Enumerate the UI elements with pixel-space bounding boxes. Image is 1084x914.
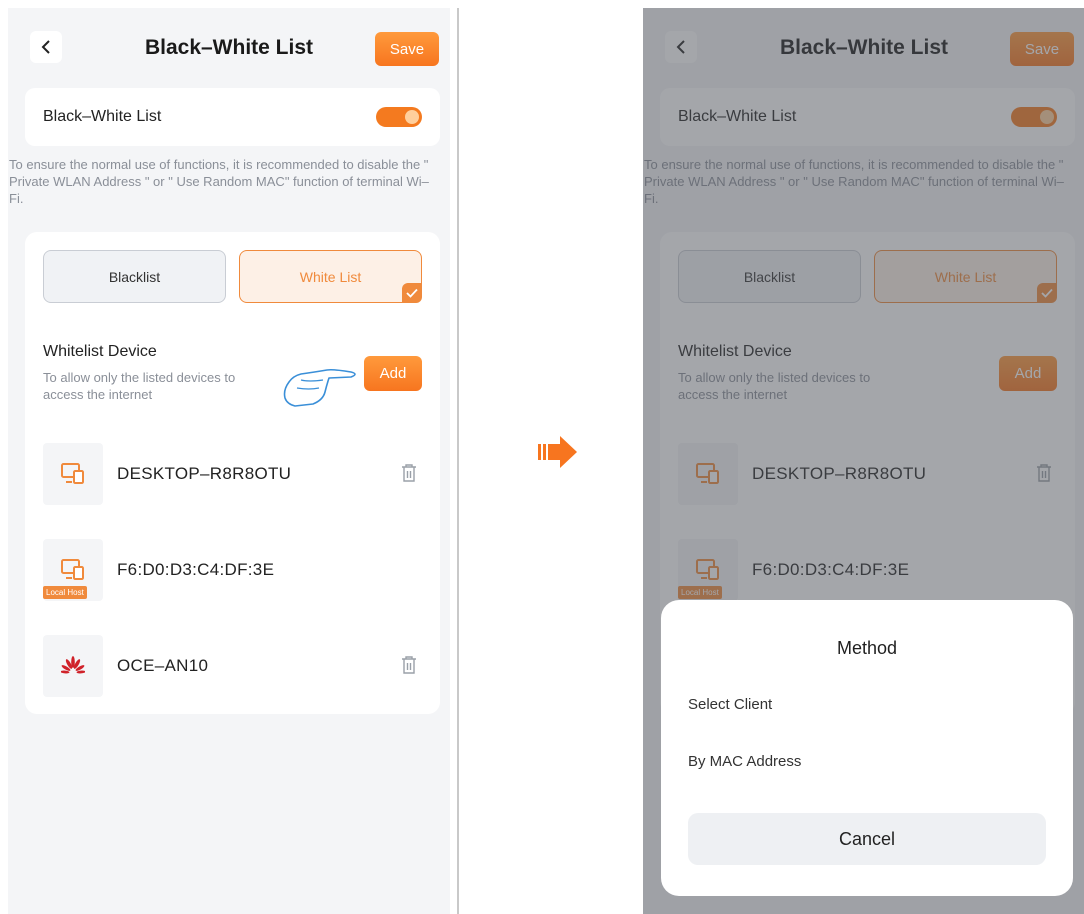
pointing-hand-icon [283, 368, 356, 407]
device-row: Local Host F6:D0:D3:C4:DF:3E [43, 539, 422, 601]
add-button[interactable]: Add [364, 356, 422, 391]
save-button[interactable]: Save [375, 32, 439, 66]
computer-icon [61, 463, 84, 484]
sheet-title: Method [836, 638, 898, 658]
device-icon-box: Local Host [43, 539, 103, 601]
cancel-button[interactable]: Cancel [688, 813, 1046, 865]
black-white-list-toggle-row: Black–White List [25, 88, 440, 146]
black-white-list-toggle[interactable] [376, 107, 422, 127]
device-icon-box [43, 443, 103, 505]
huawei-logo-icon [61, 656, 85, 674]
step-arrow-icon [538, 436, 577, 468]
device-name: F6:D0:D3:C4:DF:3E [117, 560, 275, 579]
tip-text: To ensure the normal use of functions, i… [9, 157, 429, 206]
device-row: DESKTOP–R8R8OTU [43, 443, 422, 505]
device-name: OCE–AN10 [117, 656, 209, 675]
selected-check-icon [402, 283, 422, 303]
tab-blacklist[interactable]: Blacklist [43, 250, 226, 303]
screen-divider [457, 8, 459, 914]
device-name: DESKTOP–R8R8OTU [117, 464, 292, 483]
option-select-client[interactable]: Select Client [688, 696, 772, 713]
nav-bar: Black–White List Save [8, 8, 450, 92]
local-host-badge: Local Host [43, 586, 87, 599]
toggle-label: Black–White List [43, 108, 162, 125]
trash-icon[interactable] [400, 655, 418, 675]
method-action-sheet: Method Select Client By MAC Address Canc… [661, 600, 1073, 896]
device-row: OCE–AN10 [43, 635, 422, 697]
left-screen: Black–White List Save Black–White List T… [8, 8, 450, 914]
device-icon-box [43, 635, 103, 697]
tab-white-list[interactable]: White List [239, 250, 422, 303]
right-screen: Black–White List Save Black–White List T… [643, 8, 1084, 914]
whitelist-description: To allow only the listed devices to acce… [43, 370, 236, 402]
whitelist-title: Whitelist Device [43, 343, 157, 360]
tab-white-list-label: White List [299, 268, 362, 285]
tab-blacklist-label: Blacklist [108, 268, 161, 285]
trash-icon[interactable] [400, 463, 418, 483]
option-by-mac-address[interactable]: By MAC Address [688, 753, 801, 770]
computer-icon [61, 559, 84, 580]
list-card: Blacklist White List Whitelist Device To… [25, 232, 440, 714]
toggle-knob [405, 110, 419, 124]
